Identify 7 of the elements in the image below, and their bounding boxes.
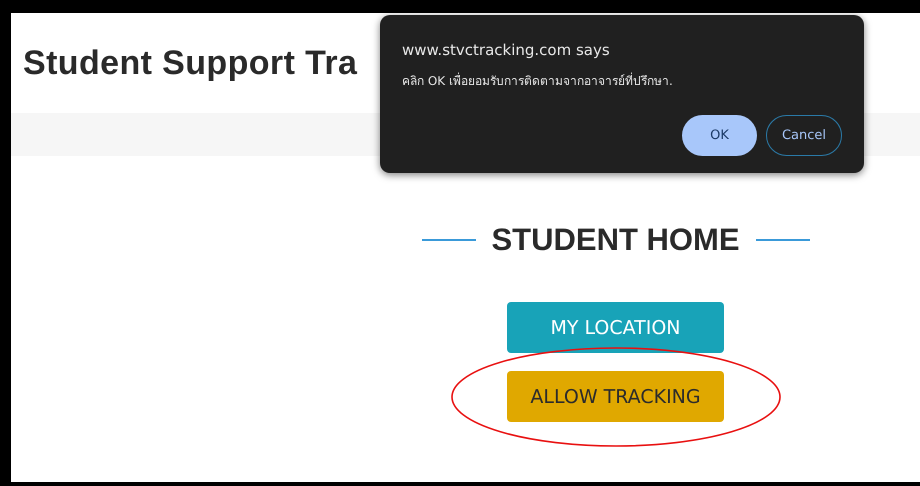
page-title: Student Support Tra (23, 44, 358, 82)
ok-button[interactable]: OK (682, 115, 757, 156)
tracking-button[interactable]: ALLOW TRACKING (507, 371, 724, 422)
dialog-origin: www.stvctracking.com says (402, 41, 611, 59)
dialog-message: คลิก OK เพื่อยอมรับการติดตามจากอาจารย์ที่ปรึกษา. (402, 72, 674, 90)
section-heading: STUDENT HOME (492, 222, 740, 258)
cancel-button[interactable]: Cancel (766, 115, 842, 156)
